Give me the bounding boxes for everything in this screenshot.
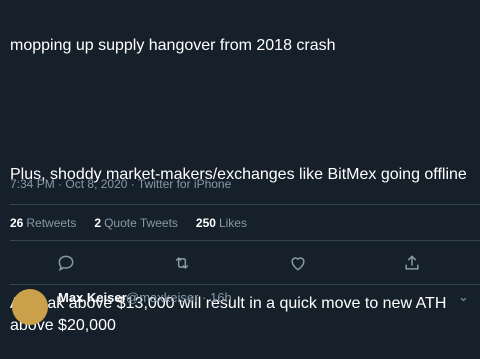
tweet-line-1: mopping up supply hangover from 2018 cra…	[10, 37, 336, 54]
like-icon[interactable]	[288, 253, 310, 275]
tweet-date[interactable]: Oct 8, 2020	[65, 177, 127, 191]
reply-author-name[interactable]: Max Keiser	[58, 290, 127, 305]
retweet-icon[interactable]	[172, 253, 194, 275]
reply-icon[interactable]	[56, 253, 78, 275]
divider	[10, 240, 480, 241]
retweets-stat[interactable]: 26 Retweets	[10, 216, 76, 230]
likes-stat[interactable]: 250 Likes	[196, 216, 247, 230]
divider	[10, 204, 480, 205]
tweet-stats: 26 Retweets 2 Quote Tweets 250 Likes	[10, 216, 247, 230]
reply-author-handle: @maxkeiser · 16h	[126, 290, 232, 305]
tweet-time[interactable]: 7:34 PM	[10, 177, 55, 191]
tweet-source[interactable]: Twitter for iPhone	[138, 177, 231, 191]
reply-tweet[interactable]: Max Keiser @maxkeiser · 16h ⌄	[0, 289, 480, 325]
action-bar	[0, 253, 480, 275]
chevron-down-icon[interactable]: ⌄	[458, 289, 469, 305]
share-icon[interactable]	[402, 253, 424, 275]
avatar[interactable]	[12, 289, 48, 325]
quote-tweets-stat[interactable]: 2 Quote Tweets	[94, 216, 178, 230]
tweet-meta: 7:34 PM · Oct 8, 2020 · Twitter for iPho…	[10, 177, 232, 191]
divider	[10, 284, 480, 285]
